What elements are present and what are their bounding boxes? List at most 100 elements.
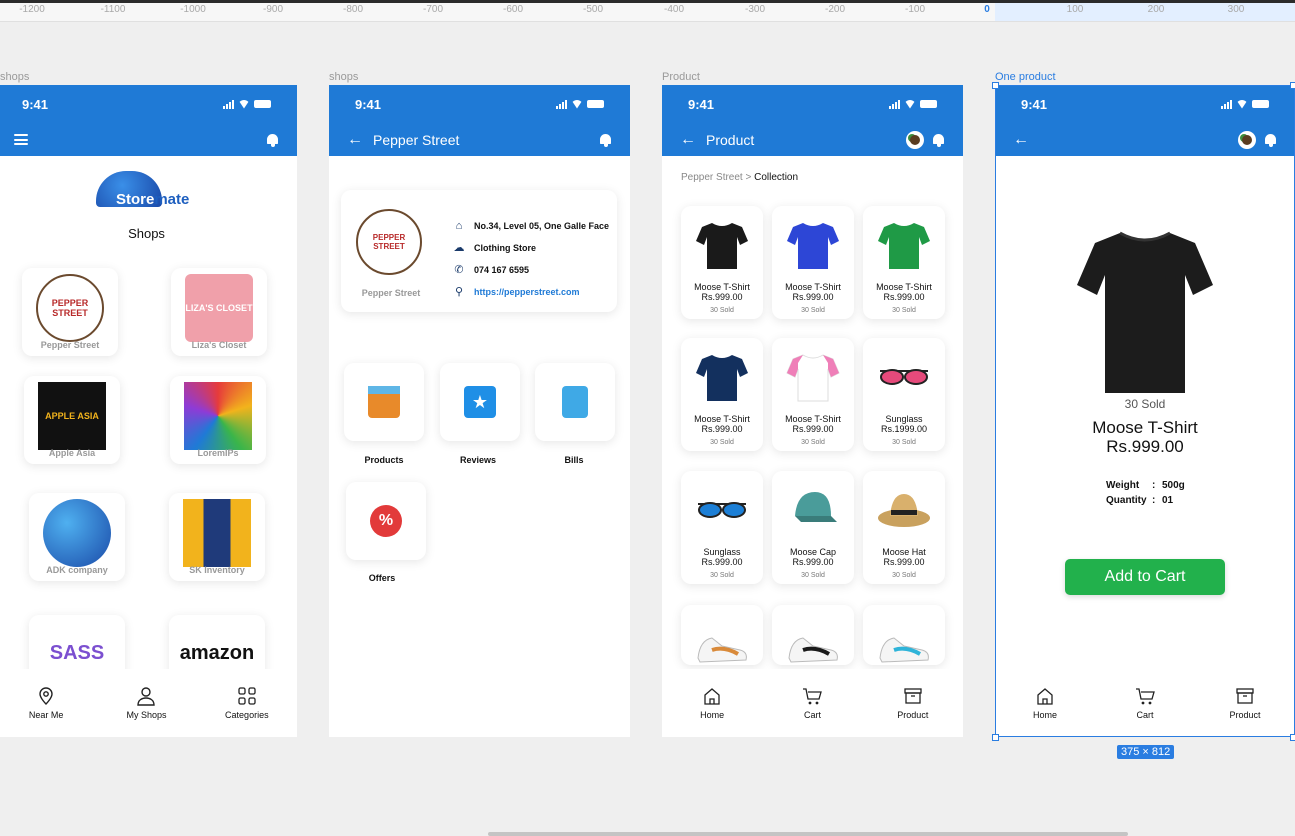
nav-home[interactable]: Home — [1010, 686, 1080, 720]
nav-label: Home — [1032, 710, 1057, 720]
app-bar: ← — [995, 123, 1295, 156]
battery-icon — [587, 100, 604, 108]
status-bar: 9:41 — [662, 85, 963, 123]
nav-near-me[interactable]: Near Me — [11, 686, 81, 720]
product-card[interactable] — [863, 605, 945, 665]
shop-card[interactable]: LoremIPs — [170, 376, 266, 464]
home-icon: ⌂ — [455, 220, 463, 232]
signal-icon — [223, 99, 234, 109]
link-icon: ⚲ — [454, 286, 464, 298]
cart-icon — [803, 688, 823, 705]
canvas-ruler: -1200 -1100 -1000 -900 -800 -700 -600 -500 -400-… — [0, 0, 1295, 22]
frame-label-product[interactable]: Product — [662, 71, 700, 83]
product-sold: 30 Sold — [892, 439, 916, 446]
box-icon — [368, 386, 400, 418]
frame-label-shops[interactable]: shops — [0, 71, 29, 83]
nav-cart[interactable]: Cart — [1110, 686, 1180, 720]
status-bar: 9:41 — [329, 85, 630, 123]
bell-icon[interactable] — [932, 133, 945, 147]
product-name: Moose T-Shirt — [694, 414, 750, 424]
nav-home[interactable]: Home — [677, 686, 747, 720]
phone-row[interactable]: ✆ 074 167 6595 — [453, 264, 609, 276]
product-card[interactable]: Moose Hat Rs.999.00 30 Sold — [863, 471, 945, 584]
tile-products[interactable] — [344, 363, 424, 441]
tile-reviews[interactable]: ★ — [440, 363, 520, 441]
sold-count: 30 Sold — [1124, 397, 1166, 411]
product-sold: 30 Sold — [801, 307, 825, 314]
shop-name: Pepper Street — [40, 340, 100, 350]
shop-avatar-icon[interactable] — [906, 130, 924, 149]
bell-icon[interactable] — [1264, 133, 1277, 147]
product-price: Rs.999.00 — [701, 292, 743, 302]
product-sold: 30 Sold — [801, 439, 825, 446]
product-card[interactable]: Moose T-Shirt Rs.999.00 30 Sold — [681, 206, 763, 319]
breadcrumb-parent[interactable]: Pepper Street — [681, 172, 743, 183]
tile-offers[interactable]: % — [346, 482, 426, 560]
product-card[interactable]: Moose Cap Rs.999.00 30 Sold — [772, 471, 854, 584]
pepper-street-logo: PEPPER STREET — [356, 209, 422, 275]
product-card[interactable] — [772, 605, 854, 665]
product-card[interactable]: Moose T-Shirt Rs.999.00 30 Sold — [863, 206, 945, 319]
screen-title: Product — [706, 131, 755, 148]
nav-product[interactable]: Product — [878, 686, 948, 720]
product-price: Rs.999.00 — [792, 292, 834, 302]
horizontal-scrollbar[interactable] — [488, 832, 1128, 836]
bottom-nav: Near Me My Shops Categories — [0, 669, 297, 737]
shop-card[interactable]: APPLE ASIA Apple Asia — [24, 376, 120, 464]
product-price: Rs.999.00 — [701, 424, 743, 434]
tile-bills[interactable] — [535, 363, 615, 441]
nav-product[interactable]: Product — [1210, 686, 1280, 720]
frame-label-shop-detail[interactable]: shops — [329, 71, 358, 83]
product-thumbnail — [783, 479, 843, 541]
product-info: Moose T-Shirt Rs.999.00 30 Sold — [863, 282, 945, 316]
resize-handle[interactable] — [1290, 734, 1295, 741]
shop-avatar-icon[interactable] — [1238, 130, 1256, 149]
product-info: Moose T-Shirt Rs.999.00 30 Sold — [772, 414, 854, 448]
category-row: ☁ Clothing Store — [453, 242, 537, 254]
tile-products-label: Products — [364, 455, 404, 465]
nav-categories[interactable]: Categories — [212, 686, 282, 720]
product-card[interactable]: Moose T-Shirt Rs.999.00 30 Sold — [681, 338, 763, 451]
shop-logo — [184, 382, 252, 450]
back-arrow-icon[interactable]: ← — [680, 131, 696, 148]
add-to-cart-button[interactable]: Add to Cart — [1065, 559, 1225, 595]
shop-info-card: PEPPER STREET Pepper Street ⌂ No.34, Leve… — [341, 190, 617, 312]
menu-icon[interactable] — [14, 134, 28, 145]
website-row[interactable]: ⚲ https://pepperstreet.com — [453, 286, 609, 298]
bell-icon[interactable] — [266, 133, 279, 147]
map-pin-icon — [39, 687, 53, 705]
nav-my-shops[interactable]: My Shops — [111, 686, 181, 720]
screen-title: Pepper Street — [373, 131, 460, 148]
nav-cart[interactable]: Cart — [777, 686, 847, 720]
product-card[interactable] — [681, 605, 763, 665]
status-time: 9:41 — [1021, 96, 1048, 112]
product-price: Rs.999.00 — [883, 557, 925, 567]
shop-card[interactable]: LIZA'S CLOSET Liza's Closet — [171, 268, 267, 356]
product-card[interactable]: Sunglass Rs.999.00 30 Sold — [681, 471, 763, 584]
product-card[interactable]: Moose T-Shirt Rs.999.00 30 Sold — [772, 206, 854, 319]
battery-icon — [920, 100, 937, 108]
product-name: Moose T-Shirt — [876, 282, 932, 292]
shop-card[interactable]: ADK company — [29, 493, 125, 581]
resize-handle[interactable] — [992, 734, 999, 741]
shop-card[interactable]: SK Inventory — [169, 493, 265, 581]
tile-bills-label: Bills — [564, 455, 584, 465]
shops-screen: 9:41 Storemate Shops PEPPER STREET Pepper… — [0, 85, 297, 737]
ruler-tick: -1000 — [180, 4, 206, 15]
product-card[interactable]: Sunglass Rs.1999.00 30 Sold — [863, 338, 945, 451]
shop-logo: LIZA'S CLOSET — [185, 274, 253, 342]
percent-icon: % — [370, 505, 402, 537]
nav-label: Categories — [225, 710, 269, 720]
frame-label-one-product[interactable]: One product — [995, 71, 1056, 83]
tile-reviews-label: Reviews — [459, 455, 497, 465]
shop-card[interactable]: PEPPER STREET Pepper Street — [22, 268, 118, 356]
product-image — [1077, 231, 1213, 393]
ruler-tick: -500 — [582, 4, 604, 15]
resize-handle[interactable] — [1290, 82, 1295, 89]
back-arrow-icon[interactable]: ← — [347, 131, 363, 148]
product-card[interactable]: Moose T-Shirt Rs.999.00 30 Sold — [772, 338, 854, 451]
product-list-screen: 9:41 ← Product Pepper Street > Collection… — [662, 85, 963, 737]
bell-icon[interactable] — [599, 133, 612, 147]
resize-handle[interactable] — [992, 82, 999, 89]
back-arrow-icon[interactable]: ← — [1013, 131, 1029, 148]
